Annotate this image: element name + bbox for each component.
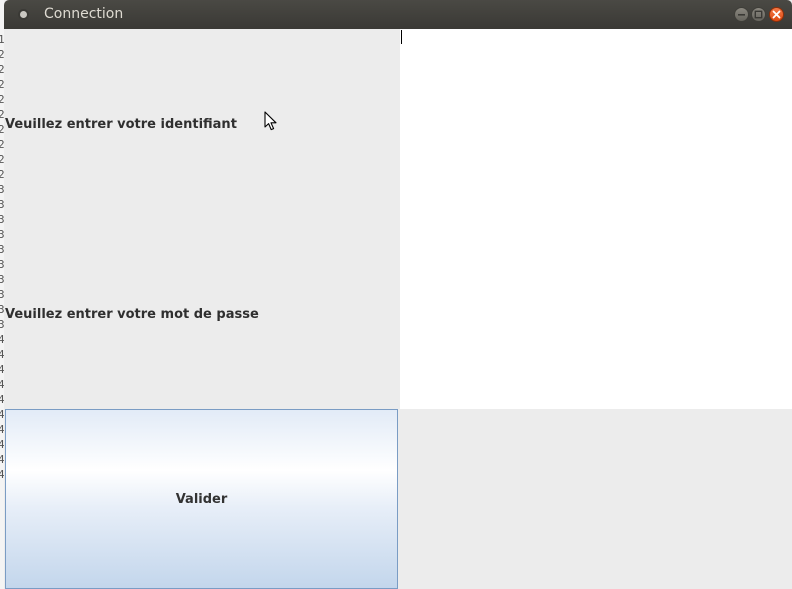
close-button[interactable] [769,7,784,22]
username-label: Veuillez entrer votre identifiant [5,116,237,132]
username-field[interactable] [400,29,792,219]
password-field[interactable] [400,219,792,409]
desktop: 122222222233333333334444444444 Connectio… [0,0,792,589]
maximize-icon [754,10,763,19]
arrow-cursor-icon [264,111,277,131]
username-label-cell: Veuillez entrer votre identifiant [4,29,400,219]
close-icon [772,10,781,19]
window-title: Connection [44,6,124,22]
password-label-cell: Veuillez entrer votre mot de passe [4,219,400,409]
connection-window: Connection Veuillez entrer votre identif… [4,0,792,589]
password-label: Veuillez entrer votre mot de passe [5,306,259,322]
minimize-icon [738,14,745,16]
submit-button[interactable]: Valider [5,409,398,589]
login-form: Veuillez entrer votre identifiant Veuill… [4,29,792,589]
maximize-button[interactable] [751,7,766,22]
window-menu-dot-icon[interactable] [18,9,29,20]
empty-grid-cell [400,409,792,589]
text-caret [401,30,402,44]
minimize-button[interactable] [734,7,749,22]
title-bar[interactable]: Connection [4,0,792,29]
